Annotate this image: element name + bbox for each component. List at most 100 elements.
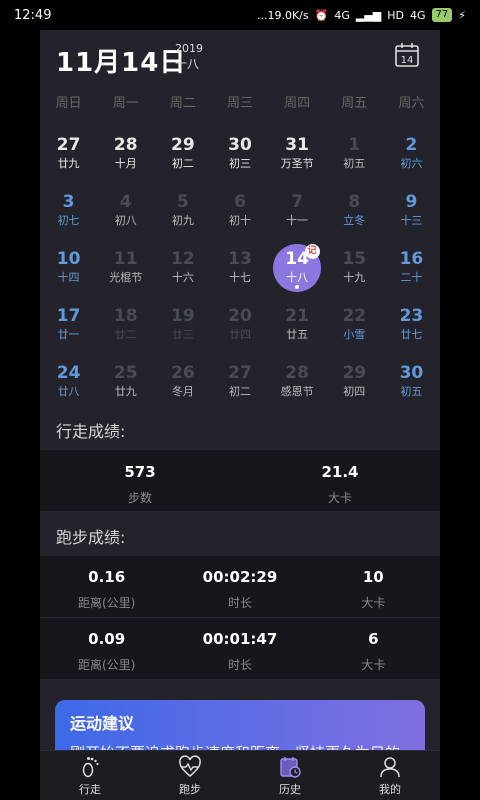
walk-steps: 573 步数 (40, 463, 240, 511)
calendar-day[interactable]: 10 十四 (40, 244, 97, 301)
calendar-day[interactable]: 30 初三 (211, 130, 268, 187)
heart-pulse-icon (179, 755, 201, 777)
day-number: 13 (228, 249, 252, 269)
calendar-day[interactable]: 23 廿七 (383, 301, 440, 358)
day-lunar: 万圣节 (280, 157, 314, 170)
calendar-day[interactable]: 11 光棍节 (97, 244, 154, 301)
day-number: 24 (56, 363, 81, 383)
calendar-day-selected[interactable]: 14 十八记 (269, 244, 326, 301)
walk-stats: 573 步数 21.4 大卡 (40, 450, 440, 512)
day-lunar: 廿七 (400, 328, 423, 341)
stat-value: 0.09 (88, 630, 126, 648)
stat-label: 大卡 (361, 596, 386, 610)
calendar-day[interactable]: 30 初五 (383, 358, 440, 415)
day-number: 9 (405, 192, 418, 212)
status-bar: 12:49 ...19.0K/s ⏰ 4G ▂▄▆ HD 4G 77 ⚡ (0, 0, 480, 30)
calendar-day[interactable]: 25 廿九 (97, 358, 154, 415)
day-lunar: 廿一 (57, 328, 80, 341)
day-lunar: 十七 (228, 271, 251, 284)
day-lunar: 初三 (228, 157, 251, 170)
calendar-day[interactable]: 7 十一 (269, 187, 326, 244)
day-lunar: 初二 (171, 157, 194, 170)
weekday-label: 周日 (55, 96, 82, 111)
day-number: 7 (291, 192, 304, 212)
day-number: 16 (399, 249, 424, 269)
day-lunar: 小雪 (343, 328, 366, 341)
stat-value: 0.16 (88, 568, 126, 586)
day-number: 1 (348, 135, 361, 155)
run-calories: 10 大卡 (307, 568, 440, 617)
stat-value: 00:02:29 (202, 568, 278, 586)
calendar-day[interactable]: 20 廿四 (211, 301, 268, 358)
calendar-day[interactable]: 2 初六 (383, 130, 440, 187)
calendar-today-icon[interactable]: 14 (394, 42, 420, 68)
calendar-day[interactable]: 24 廿八 (40, 358, 97, 415)
alarm-icon: ⏰ (314, 8, 329, 22)
calendar-day[interactable]: 29 初四 (326, 358, 383, 415)
calendar-day[interactable]: 13 十七 (211, 244, 268, 301)
hd-label: HD (387, 8, 404, 22)
calendar-day[interactable]: 1 初五 (326, 130, 383, 187)
calendar-day[interactable]: 27 廿九 (40, 130, 97, 187)
day-lunar: 初五 (400, 385, 423, 398)
calendar-day[interactable]: 16 二十 (383, 244, 440, 301)
stat-label: 时长 (227, 596, 252, 610)
calendar-day[interactable]: 21 廿五 (269, 301, 326, 358)
tab-run[interactable]: 跑步 (140, 751, 240, 800)
run-distance: 0.09 距离(公里) (40, 630, 173, 679)
calendar-day[interactable]: 3 初七 (40, 187, 97, 244)
battery-icon: 77 (431, 8, 453, 22)
day-lunar: 二十 (400, 271, 423, 284)
day-number: 19 (171, 306, 195, 326)
calendar-day[interactable]: 22 小雪 (326, 301, 383, 358)
day-lunar: 初六 (400, 157, 423, 170)
day-lunar: 感恩节 (280, 385, 314, 398)
tab-label: 跑步 (179, 783, 201, 796)
day-lunar: 廿三 (171, 328, 194, 341)
day-lunar: 初五 (343, 157, 366, 170)
calendar-day[interactable]: 27 初二 (211, 358, 268, 415)
day-lunar: 廿九 (114, 385, 137, 398)
day-lunar: 十六 (171, 271, 194, 284)
calendar-day[interactable]: 18 廿二 (97, 301, 154, 358)
day-number: 21 (285, 306, 309, 326)
day-number: 30 (228, 135, 252, 155)
run-section-title: 跑步成绩: (56, 528, 126, 547)
day-lunar: 初十 (228, 214, 251, 227)
calendar-day[interactable]: 9 十三 (383, 187, 440, 244)
calendar-day[interactable]: 28 十月 (97, 130, 154, 187)
calendar-day[interactable]: 29 初二 (154, 130, 211, 187)
tab-history[interactable]: 历史 (240, 751, 340, 800)
day-number: 4 (119, 192, 132, 212)
calendar-day[interactable]: 26 冬月 (154, 358, 211, 415)
day-number: 11 (113, 249, 138, 269)
day-number: 23 (399, 306, 424, 326)
day-number: 8 (348, 192, 361, 212)
calendar-day[interactable]: 8 立冬 (326, 187, 383, 244)
tab-profile[interactable]: 我的 (340, 751, 440, 800)
run-calories: 6 大卡 (307, 630, 440, 679)
header-lunar: 十八 (175, 57, 200, 71)
calendar-day[interactable]: 31 万圣节 (269, 130, 326, 187)
calendar-day[interactable]: 4 初八 (97, 187, 154, 244)
weekday-header: 周日 周一 周二 周三 周四 周五 周六 (40, 92, 440, 111)
bottom-tab-bar: 行走 跑步 历史 我的 (40, 750, 440, 800)
status-indicators: ...19.0K/s ⏰ 4G ▂▄▆ HD 4G 77 ⚡ (257, 8, 466, 22)
day-lunar: 初八 (114, 214, 137, 227)
day-number: 18 (113, 306, 138, 326)
calendar-day[interactable]: 28 感恩节 (269, 358, 326, 415)
calendar-day[interactable]: 15 十九 (326, 244, 383, 301)
day-lunar: 十月 (114, 157, 137, 170)
stat-label: 大卡 (327, 491, 352, 505)
weekday-label: 周三 (226, 96, 253, 111)
calendar-day[interactable]: 17 廿一 (40, 301, 97, 358)
tab-walk[interactable]: 行走 (40, 751, 140, 800)
calendar-day[interactable]: 12 十六 (154, 244, 211, 301)
run-record-row[interactable]: 0.16 距离(公里) 00:02:29 时长 10 大卡 (40, 556, 440, 618)
calendar-day[interactable]: 19 廿三 (154, 301, 211, 358)
calendar-day[interactable]: 6 初十 (211, 187, 268, 244)
day-number: 28 (113, 135, 138, 155)
calendar-day[interactable]: 5 初九 (154, 187, 211, 244)
run-record-row[interactable]: 0.09 距离(公里) 00:01:47 时长 6 大卡 (40, 618, 440, 680)
signal-label-2: 4G (410, 8, 426, 22)
